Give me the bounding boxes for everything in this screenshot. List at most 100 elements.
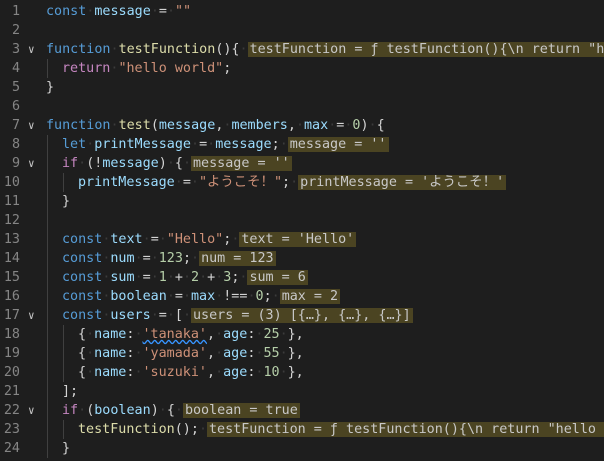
code-line[interactable]: 17 ∨ const·users·=·[· users = (3) [{…}, {…}… — [0, 306, 604, 325]
code-token: (){ — [215, 42, 240, 57]
code-token: }, — [287, 327, 304, 342]
code-token: boolean — [110, 289, 167, 304]
fold-chevron-icon[interactable]: ∨ — [28, 306, 42, 325]
code-line[interactable]: 23 testFunction();· testFunction = ƒ testF… — [0, 420, 604, 439]
code-content: if·(boolean)·{· boolean = true — [62, 401, 300, 420]
code-token: boolean — [94, 403, 151, 418]
whitespace-marker: · — [158, 232, 167, 247]
code-token: ( — [150, 118, 159, 133]
indent-guide — [47, 382, 48, 401]
code-content: function·test(message,·members,·max·=·0)… — [46, 116, 385, 135]
code-line[interactable]: 10 printMessage·=·"ようこそ！";· printMessage =… — [0, 173, 604, 192]
fold-chevron-icon[interactable]: ∨ — [28, 116, 42, 135]
code-content: const·users·=·[· users = (3) [{…}, {…}, {… — [62, 306, 413, 325]
whitespace-marker: · — [166, 4, 175, 19]
code-token: max — [191, 289, 216, 304]
indent-guide — [47, 363, 48, 382]
fold-chevron-icon[interactable]: ∨ — [28, 40, 42, 59]
code-line[interactable]: 15 const·sum·=·1·+·2·+·3;· sum = 6 — [0, 268, 604, 287]
code-token: ; — [282, 175, 291, 190]
line-number: 19 — [3, 346, 20, 361]
code-token: 'yamada' — [142, 346, 208, 361]
code-line[interactable]: 9 ∨ if·(!message)·{· message = '' — [0, 154, 604, 173]
indent-guide — [47, 401, 48, 420]
code-line[interactable]: 2 — [0, 21, 604, 40]
code-token: const — [62, 308, 103, 323]
code-content: testFunction();· testFunction = ƒ testFun… — [78, 420, 604, 439]
code-token: 55 — [263, 346, 280, 361]
code-line[interactable]: 3 ∨ function·testFunction(){· testFunction … — [0, 40, 604, 59]
whitespace-marker: · — [279, 137, 288, 152]
whitespace-marker: · — [290, 175, 299, 190]
code-token: message — [94, 4, 151, 19]
indent-guide — [47, 420, 48, 439]
line-number: 20 — [3, 365, 20, 380]
whitespace-marker: · — [279, 327, 288, 342]
code-token: }, — [287, 365, 304, 380]
code-token: }, — [287, 346, 304, 361]
whitespace-marker: · — [166, 308, 175, 323]
indent-guide — [47, 211, 48, 230]
code-line[interactable]: 6 — [0, 97, 604, 116]
code-token: 'tanaka' — [142, 327, 208, 342]
code-token: ; — [223, 61, 232, 76]
indent-guide — [47, 344, 48, 363]
whitespace-marker: · — [215, 365, 224, 380]
line-number: 18 — [3, 327, 20, 342]
whitespace-marker: · — [78, 403, 87, 418]
code-line[interactable]: 19 {·name:·'yamada',·age:·55·}, — [0, 344, 604, 363]
whitespace-marker: · — [134, 251, 143, 266]
indent-guide — [47, 249, 48, 268]
code-token: max — [304, 118, 329, 133]
line-number: 11 — [3, 194, 20, 209]
code-token: message — [215, 137, 272, 152]
indent-guide — [63, 173, 64, 192]
code-line[interactable]: 13 const·text·=·"Hello";· text = 'Hello' — [0, 230, 604, 249]
line-number: 7 — [11, 118, 20, 133]
whitespace-marker: · — [182, 156, 191, 171]
code-line[interactable]: 16 const·boolean·=·max·!==·0;· max = 2 — [0, 287, 604, 306]
code-token: = — [158, 4, 167, 19]
code-editor[interactable]: 1 const·message·=·"" 2 3 ∨ function·testFunct… — [0, 0, 604, 461]
code-line[interactable]: 24} — [0, 439, 604, 458]
whitespace-marker: · — [174, 175, 183, 190]
code-line[interactable]: 20 {·name:·'suzuki',·age:·10·}, — [0, 363, 604, 382]
whitespace-marker: · — [110, 118, 119, 133]
code-content: printMessage·=·"ようこそ！";· printMessage = '… — [78, 173, 507, 192]
code-line[interactable]: 12 — [0, 211, 604, 230]
whitespace-marker: · — [134, 270, 143, 285]
code-token: age — [223, 365, 248, 380]
code-line[interactable]: 18 {·name:·'tanaka',·age:·25·}, — [0, 325, 604, 344]
code-line[interactable]: 5} — [0, 78, 604, 97]
inline-value-hint: text = 'Hello' — [239, 232, 357, 247]
indent-guide — [63, 420, 64, 439]
whitespace-marker: · — [239, 42, 248, 57]
code-line[interactable]: 14 const·num·=·123;· num = 123 — [0, 249, 604, 268]
whitespace-marker: · — [191, 251, 200, 266]
code-token: let — [62, 137, 87, 152]
code-content: } — [62, 439, 70, 458]
inline-value-hint: testFunction = ƒ testFunction(){\n retur… — [247, 42, 604, 57]
indent-guide — [63, 325, 64, 344]
code-token: [ — [174, 308, 183, 323]
code-token: } — [62, 441, 71, 456]
fold-chevron-icon[interactable]: ∨ — [28, 154, 42, 173]
whitespace-marker: · — [166, 270, 175, 285]
code-line[interactable]: 21]; — [0, 382, 604, 401]
line-number: 14 — [3, 251, 20, 266]
line-number: 8 — [11, 137, 20, 152]
line-number: 21 — [3, 384, 20, 399]
code-line[interactable]: 22 ∨ if·(boolean)·{· boolean = true — [0, 401, 604, 420]
code-line[interactable]: 11} — [0, 192, 604, 211]
code-line[interactable]: 7 ∨ function·test(message,·members,·max·=·… — [0, 116, 604, 135]
code-line[interactable]: 8 let·printMessage·=·message;· message = '… — [0, 135, 604, 154]
whitespace-marker: · — [271, 289, 280, 304]
code-line[interactable]: 1 const·message·=·"" — [0, 2, 604, 21]
indent-guide — [47, 287, 48, 306]
fold-chevron-icon[interactable]: ∨ — [28, 401, 42, 420]
code-token: "Hello" — [166, 232, 224, 247]
code-token: testFunction — [78, 422, 175, 437]
code-token: text — [110, 232, 143, 247]
code-line[interactable]: 4 return·"hello world"; — [0, 59, 604, 78]
code-token: sum — [110, 270, 135, 285]
